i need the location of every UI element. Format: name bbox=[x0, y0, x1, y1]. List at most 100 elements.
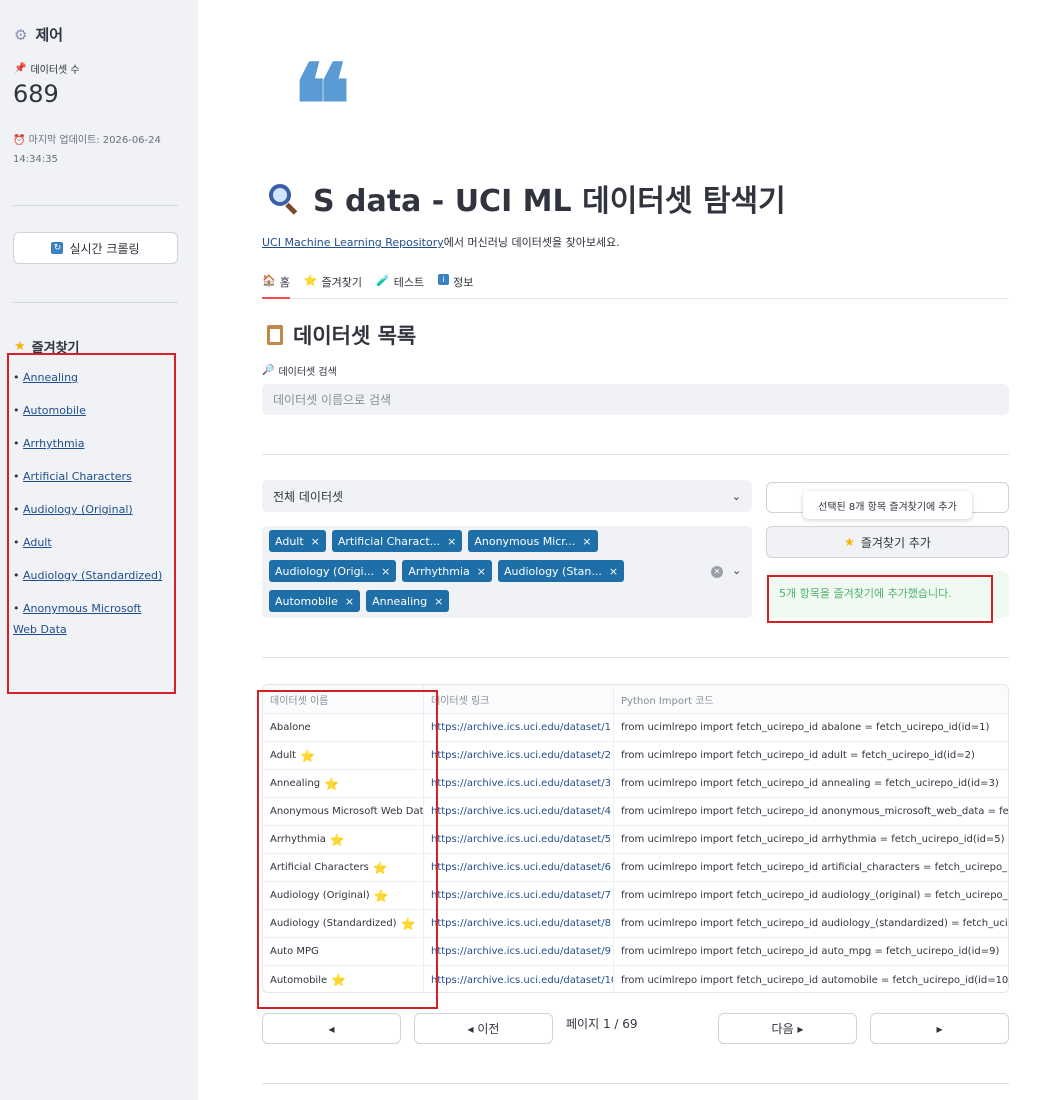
first-page-button[interactable]: ◂ bbox=[262, 1013, 401, 1044]
uci-repository-link[interactable]: UCI Machine Learning Repository bbox=[262, 236, 444, 249]
dataset-multiselect[interactable]: Adult × Artificial Charact... × Anonymous … bbox=[262, 526, 752, 618]
favorite-item: • Adult bbox=[13, 536, 52, 549]
dataset-filter-select[interactable]: 전체 데이터셋 ⌄ bbox=[262, 480, 752, 512]
dataset-link[interactable]: https://archive.ics.uci.edu/dataset/10 bbox=[424, 966, 614, 992]
divider bbox=[262, 1083, 1009, 1084]
table-row[interactable]: Artificial Characters ⭐ https://archive.i… bbox=[263, 854, 1008, 882]
selected-chip: Annealing × bbox=[366, 590, 450, 612]
table-row[interactable]: Arrhythmia ⭐ https://archive.ics.uci.edu/… bbox=[263, 826, 1008, 854]
close-icon[interactable]: × bbox=[582, 535, 591, 548]
selected-chip: Audiology (Stan... × bbox=[498, 560, 625, 582]
dataset-link[interactable]: https://archive.ics.uci.edu/dataset/3 bbox=[424, 770, 614, 797]
python-import-code: from ucimlrepo import fetch_ucirepo_id a… bbox=[621, 834, 1005, 845]
favorite-item: • Annealing bbox=[13, 371, 79, 384]
close-icon[interactable]: × bbox=[477, 565, 486, 578]
tab-favorites[interactable]: ⭐ 즐겨찾기 bbox=[304, 272, 362, 299]
star-icon: ⭐ bbox=[372, 860, 388, 875]
cell-name: Automobile ⭐ bbox=[263, 966, 424, 992]
table-row[interactable]: Automobile ⭐ https://archive.ics.uci.edu/… bbox=[263, 966, 1008, 992]
search-input[interactable] bbox=[262, 384, 1009, 415]
table-row[interactable]: Abalone https://archive.ics.uci.edu/data… bbox=[263, 714, 1008, 742]
sidebar: ⚙ 제어 📌 데이터셋 수 689 ⏰ 마지막 업데이트: 2026-06-24… bbox=[0, 0, 198, 1100]
dataset-link[interactable]: https://archive.ics.uci.edu/dataset/8 bbox=[424, 910, 614, 937]
favorite-link[interactable]: Automobile bbox=[23, 404, 86, 417]
subtitle-text: 에서 머신러닝 데이터셋을 찾아보세요. bbox=[443, 236, 620, 249]
dataset-count-label-text: 데이터셋 수 bbox=[30, 65, 80, 76]
python-import-code: from ucimlrepo import fetch_ucirepo_id a… bbox=[621, 862, 1008, 873]
tab-test[interactable]: 🧪 테스트 bbox=[376, 272, 424, 299]
sidebar-divider bbox=[13, 302, 178, 303]
success-message: 5개 항목을 즐겨찾기에 추가했습니다. bbox=[766, 571, 1009, 618]
favorite-link[interactable]: Anonymous Microsoft Web Data bbox=[13, 602, 141, 636]
close-icon[interactable]: × bbox=[434, 595, 443, 608]
table-row[interactable]: Audiology (Standardized) ⭐ https://archiv… bbox=[263, 910, 1008, 938]
dataset-link[interactable]: https://archive.ics.uci.edu/dataset/4 bbox=[424, 798, 614, 825]
tab-bar: 🏠 홈 ⭐ 즐겨찾기 🧪 테스트 i 정보 bbox=[262, 272, 1009, 299]
sidebar-title: ⚙ 제어 bbox=[14, 24, 63, 45]
python-import-code: from ucimlrepo import fetch_ucirepo_id a… bbox=[621, 918, 1008, 929]
tab-info[interactable]: i 정보 bbox=[438, 272, 473, 299]
selected-chip: Adult × bbox=[269, 530, 326, 552]
close-icon[interactable]: × bbox=[311, 535, 320, 548]
next-page-button[interactable]: 다음 ▸ bbox=[718, 1013, 857, 1044]
chip-label: Audiology (Origi... bbox=[275, 564, 375, 578]
house-icon: 🏠 bbox=[262, 274, 276, 287]
selected-chip: Automobile × bbox=[269, 590, 361, 612]
star-icon: ★ bbox=[844, 535, 855, 549]
table-row[interactable]: Anonymous Microsoft Web Data⭐ https://ar… bbox=[263, 798, 1008, 826]
tab-home-label: 홈 bbox=[279, 276, 290, 289]
refresh-icon: ↻ bbox=[51, 242, 64, 254]
table-row[interactable]: Audiology (Original) ⭐ https://archive.ic… bbox=[263, 882, 1008, 910]
dataset-link[interactable]: https://archive.ics.uci.edu/dataset/6 bbox=[424, 854, 614, 881]
favorite-link[interactable]: Artificial Characters bbox=[23, 470, 132, 483]
section-title-text: 데이터셋 목록 bbox=[293, 324, 417, 348]
favorites-list: • Annealing • Automobile • Arrhythmia • … bbox=[13, 367, 168, 652]
selected-chips: Adult × Artificial Charact... × Anonymous … bbox=[269, 530, 709, 612]
table-row[interactable]: Adult ⭐ https://archive.ics.uci.edu/datas… bbox=[263, 742, 1008, 770]
selected-chip: Anonymous Micr... × bbox=[468, 530, 598, 552]
clear-all-icon[interactable]: ✕ bbox=[711, 566, 723, 578]
star-icon: ★ bbox=[14, 339, 26, 354]
close-icon[interactable]: × bbox=[609, 565, 618, 578]
search-icon: 🔎 bbox=[262, 365, 275, 376]
header-dataset-name[interactable]: 데이터셋 이름 bbox=[263, 685, 424, 713]
table-row[interactable]: Annealing ⭐ https://archive.ics.uci.edu/d… bbox=[263, 770, 1008, 798]
magnifier-icon bbox=[267, 182, 299, 215]
favorite-link[interactable]: Annealing bbox=[23, 371, 78, 384]
table-header: 데이터셋 이름 데이터셋 링크 Python Import 코드 bbox=[263, 685, 1008, 714]
dataset-name: Automobile bbox=[270, 974, 328, 986]
tab-home[interactable]: 🏠 홈 bbox=[262, 272, 290, 299]
close-icon[interactable]: × bbox=[381, 565, 390, 578]
favorite-item: • Audiology (Standardized) bbox=[13, 569, 163, 582]
realtime-crawl-button[interactable]: ↻ 실시간 크롤링 bbox=[13, 232, 178, 264]
last-page-button[interactable]: ▸ bbox=[870, 1013, 1009, 1044]
star-icon: ⭐ bbox=[400, 916, 416, 931]
dataset-name: Audiology (Original) bbox=[270, 890, 370, 901]
subtitle: UCI Machine Learning Repository에서 머신러닝 데… bbox=[262, 234, 620, 250]
dataset-link[interactable]: https://archive.ics.uci.edu/dataset/1 bbox=[424, 714, 614, 741]
add-favorites-button[interactable]: ★ 즐겨찾기 추가 bbox=[766, 526, 1009, 558]
dataset-link[interactable]: https://archive.ics.uci.edu/dataset/7 bbox=[424, 882, 614, 909]
favorite-link[interactable]: Arrhythmia bbox=[23, 437, 84, 450]
table-row[interactable]: Auto MPG https://archive.ics.uci.edu/dat… bbox=[263, 938, 1008, 966]
favorite-link[interactable]: Audiology (Standardized) bbox=[23, 569, 162, 582]
chevron-down-icon[interactable]: ⌄ bbox=[732, 564, 741, 577]
favorite-link[interactable]: Audiology (Original) bbox=[23, 503, 133, 516]
header-python-import[interactable]: Python Import 코드 bbox=[614, 685, 1008, 713]
dataset-link[interactable]: https://archive.ics.uci.edu/dataset/5 bbox=[424, 826, 614, 853]
dataset-name: Adult bbox=[270, 750, 297, 761]
chip-label: Automobile bbox=[275, 594, 338, 608]
header-dataset-link[interactable]: 데이터셋 링크 bbox=[424, 685, 614, 713]
last-update: ⏰ 마지막 업데이트: 2026-06-24 14:34:35 bbox=[13, 131, 183, 169]
prev-page-button[interactable]: ◂ 이전 bbox=[414, 1013, 553, 1044]
cell-name: Anonymous Microsoft Web Data⭐ bbox=[263, 798, 424, 825]
favorite-link[interactable]: Adult bbox=[23, 536, 52, 549]
section-title: 데이터셋 목록 bbox=[267, 320, 416, 350]
close-icon[interactable]: × bbox=[345, 595, 354, 608]
star-icon: ⭐ bbox=[331, 973, 347, 987]
dataset-link[interactable]: https://archive.ics.uci.edu/dataset/2 bbox=[424, 742, 614, 769]
selected-chip: Audiology (Origi... × bbox=[269, 560, 397, 582]
divider bbox=[262, 657, 1009, 658]
close-icon[interactable]: × bbox=[447, 535, 456, 548]
dataset-link[interactable]: https://archive.ics.uci.edu/dataset/9 bbox=[424, 938, 614, 965]
